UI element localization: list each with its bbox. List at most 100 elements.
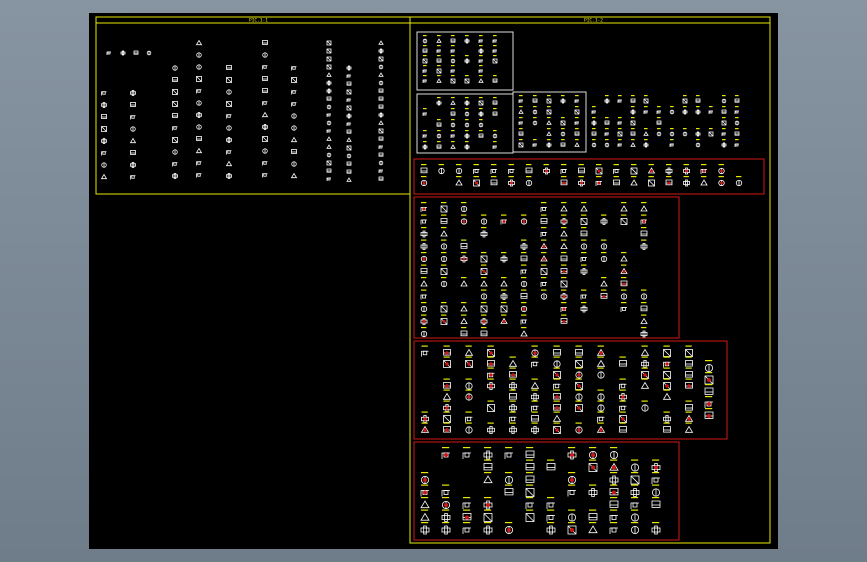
pipe-fitting-symbol (640, 327, 648, 338)
pipe-fitting-symbol (630, 106, 636, 115)
pipe-fitting-symbol (326, 64, 332, 70)
pipe-fitting-symbol (734, 128, 740, 136)
pipe-fitting-symbol (487, 367, 495, 379)
pipe-fitting-symbol (520, 314, 527, 325)
pipe-fitting-symbol (101, 102, 107, 108)
pipe-fitting-symbol (695, 139, 701, 148)
pipe-fitting-symbol (130, 102, 136, 107)
pipe-fitting-symbol (440, 252, 448, 263)
pipe-fitting-symbol (492, 75, 498, 83)
pipe-fitting-symbol (464, 97, 470, 106)
pipe-fitting-symbol (695, 128, 701, 137)
pipe-fitting-symbol (520, 277, 528, 288)
pipe-fitting-symbol (346, 81, 352, 86)
pipe-fitting-symbol (464, 75, 470, 84)
pipe-fitting-symbol (546, 459, 556, 471)
pipe-fitting-symbol (460, 214, 468, 225)
pipe-fitting-symbol (630, 472, 640, 485)
pipe-fitting-symbol (196, 173, 202, 178)
pipe-fitting-symbol (378, 120, 384, 125)
pipe-fitting-symbol (480, 327, 488, 337)
pipe-fitting-symbol (600, 239, 608, 250)
pipe-fitting-symbol (500, 302, 508, 313)
pipe-fitting-symbol (462, 447, 471, 459)
pipe-fitting-symbol (518, 117, 523, 125)
pipe-fitting-symbol (630, 509, 640, 522)
pipe-fitting-symbol (436, 130, 442, 139)
pipe-fitting-symbol (578, 176, 585, 187)
pipe-fitting-symbol (196, 76, 202, 82)
pipe-fitting-symbol (465, 422, 473, 434)
pipe-fitting-symbol (520, 264, 527, 275)
pipe-fitting-symbol (662, 389, 672, 400)
pipe-fitting-symbol (440, 227, 448, 237)
pipe-fitting-symbol (226, 125, 232, 131)
pipe-fitting-symbol (450, 65, 455, 73)
pipe-fitting-symbol (420, 277, 428, 287)
pipe-fitting-symbol (609, 472, 619, 485)
pipe-fitting-symbol (567, 509, 577, 522)
pipe-fitting-symbol (483, 497, 493, 510)
pipe-fitting-symbol (195, 39, 203, 46)
pipe-fitting-symbol (663, 378, 671, 390)
pipe-fitting-symbol (326, 56, 332, 62)
pipe-fitting-symbol (455, 176, 463, 186)
pipe-fitting-symbol (620, 277, 628, 287)
pipe-fitting-symbol (532, 95, 538, 103)
pipe-fitting-symbol (460, 239, 468, 249)
pipe-fitting-symbol (591, 106, 596, 114)
pipe-fitting-symbol (508, 176, 515, 187)
pipe-fitting-symbol (443, 345, 451, 356)
pipe-fitting-symbol (509, 367, 517, 378)
pipe-fitting-symbol (574, 106, 580, 115)
pipe-fitting-symbol (172, 162, 178, 167)
pipe-fitting-symbol (326, 129, 331, 133)
pipe-fitting-symbol (450, 141, 456, 149)
pipe-fitting-symbol (721, 95, 727, 104)
pipe-fitting-symbol (483, 509, 493, 522)
pipe-fitting-symbol (525, 176, 533, 187)
pipe-fitting-symbol (540, 277, 547, 287)
cad-viewport[interactable]: PIC.1-1 PIC.1-2 (89, 13, 778, 549)
pipe-fitting-symbol (721, 106, 727, 114)
pipe-fitting-symbol (478, 97, 484, 106)
pipe-fitting-symbol (682, 128, 688, 137)
pipe-fitting-symbol (130, 126, 136, 132)
cad-drawing-sheet[interactable]: PIC.1-1 PIC.1-2 (89, 13, 778, 549)
pipe-fitting-symbol (540, 289, 548, 300)
pipe-fitting-symbol (617, 128, 623, 137)
pipe-fitting-symbol (619, 411, 627, 423)
pipe-fitting-symbol (226, 173, 232, 179)
pipe-fitting-symbol (700, 164, 707, 174)
pipe-fitting-symbol (422, 45, 428, 53)
pipe-fitting-symbol (647, 164, 656, 174)
pipe-fitting-symbol (504, 472, 514, 485)
pipe-fitting-symbol (195, 147, 203, 154)
pipe-fitting-symbol (588, 459, 598, 472)
pipe-fitting-symbol (226, 101, 232, 107)
pipe-fitting-symbol (420, 264, 428, 274)
pipe-fitting-symbol (643, 95, 649, 104)
right-panel-title: PIC.1-2 (584, 18, 603, 24)
pipe-fitting-symbol (133, 50, 139, 55)
pipe-fitting-symbol (436, 75, 442, 83)
pipe-fitting-symbol (422, 130, 427, 138)
pipe-fitting-symbol (553, 389, 561, 400)
pipe-fitting-symbol (492, 141, 497, 149)
pipe-fitting-symbol (480, 302, 488, 313)
pipe-fitting-symbol (464, 35, 470, 44)
pipe-fitting-symbol (440, 202, 448, 213)
pipe-fitting-symbol (346, 161, 352, 166)
pipe-fitting-symbol (600, 277, 608, 287)
pipe-fitting-symbol (473, 164, 480, 174)
pipe-fitting-symbol (553, 356, 561, 368)
pipe-fitting-symbol (291, 161, 297, 167)
pipe-fitting-symbol (443, 411, 451, 423)
pipe-fitting-symbol (346, 65, 352, 71)
pipe-fitting-symbol (130, 175, 136, 180)
pipe-fitting-symbol (663, 356, 671, 368)
pipe-fitting-symbol (478, 55, 483, 63)
pipe-fitting-symbol (718, 164, 725, 175)
pipe-fitting-symbol (525, 497, 534, 509)
pipe-fitting-symbol (567, 447, 577, 460)
